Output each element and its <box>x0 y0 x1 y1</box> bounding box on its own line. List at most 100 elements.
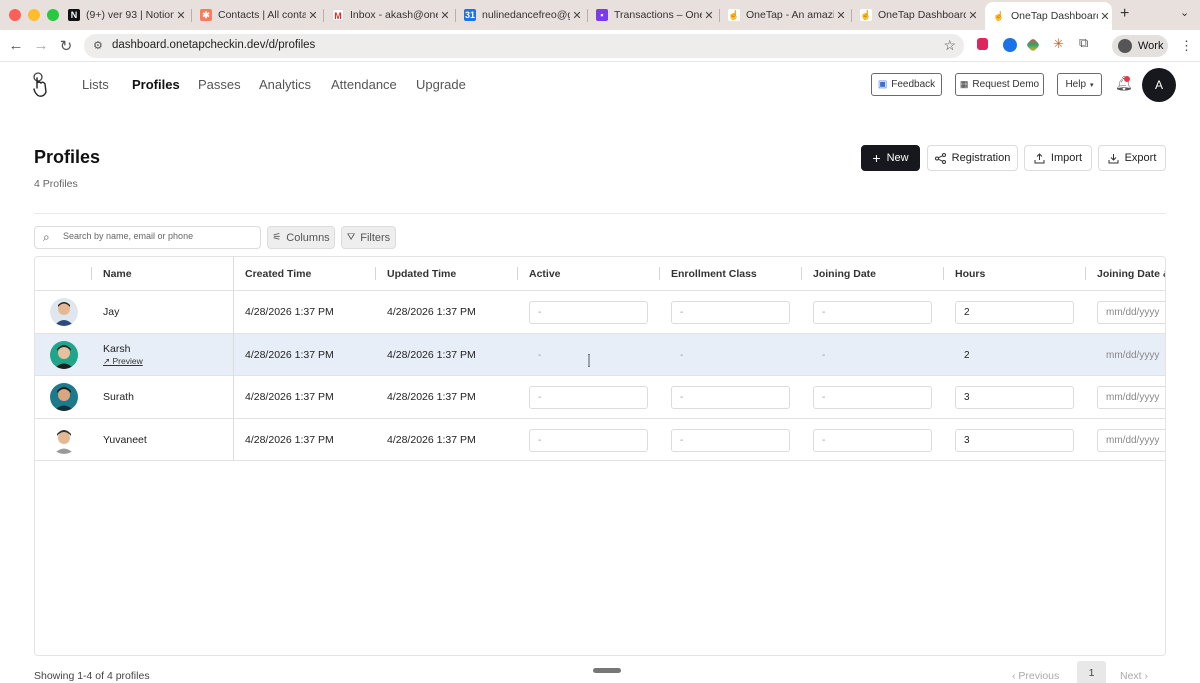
header-created-time[interactable]: Created Time <box>245 268 311 280</box>
browser-tab[interactable]: ☝ OneTap Dashboard ✕ <box>856 4 980 26</box>
nav-attendance[interactable]: Attendance <box>331 77 397 92</box>
search-input[interactable] <box>63 231 253 241</box>
extensions-puzzle-icon[interactable]: ⧉ <box>1079 35 1093 50</box>
current-page-button[interactable]: 1 <box>1077 661 1106 683</box>
joining-date-and-field[interactable]: mm/dd/yyyy <box>1097 344 1165 367</box>
browser-tab[interactable]: N (9+) ver 93 | Notion ✕ <box>64 4 188 26</box>
header-joining-date-and[interactable]: Joining Date & <box>1097 268 1165 280</box>
column-resize-handle[interactable] <box>375 267 376 280</box>
active-field[interactable]: - <box>529 301 648 324</box>
browser-tab[interactable]: ✱ Contacts | All contac ✕ <box>196 4 320 26</box>
nav-lists[interactable]: Lists <box>82 77 109 92</box>
zoom-window-button[interactable] <box>47 9 59 21</box>
column-resize-handle[interactable] <box>91 267 92 280</box>
active-field[interactable]: - <box>529 386 648 409</box>
hours-field[interactable]: 3 <box>955 386 1074 409</box>
profile-name[interactable]: Karsh <box>103 343 130 355</box>
close-tab-icon[interactable]: ✕ <box>702 9 716 22</box>
close-window-button[interactable] <box>9 9 21 21</box>
extension-color-icon[interactable] <box>1025 37 1041 53</box>
joining-date-and-field[interactable]: mm/dd/yyyy <box>1097 428 1165 452</box>
header-hours[interactable]: Hours <box>955 268 985 280</box>
close-tab-icon[interactable]: ✕ <box>570 9 584 22</box>
new-tab-icon[interactable]: + <box>1120 5 1129 23</box>
header-updated-time[interactable]: Updated Time <box>387 268 456 280</box>
extension-blue-icon[interactable] <box>1003 38 1017 52</box>
joining-date-field[interactable]: - <box>813 301 932 324</box>
nav-passes[interactable]: Passes <box>198 77 241 92</box>
onetap-logo-icon[interactable] <box>30 72 50 98</box>
close-tab-icon[interactable]: ✕ <box>438 9 452 22</box>
user-avatar-button[interactable]: A <box>1142 68 1176 102</box>
browser-menu-icon[interactable]: ⋮ <box>1180 38 1193 54</box>
enrollment-class-field[interactable]: - <box>671 301 790 324</box>
profile-name[interactable]: Yuvaneet <box>103 434 147 446</box>
column-resize-handle[interactable] <box>517 267 518 280</box>
bookmark-star-icon[interactable]: ☆ <box>943 37 956 54</box>
browser-tab[interactable]: ▪ Transactions – OneT ✕ <box>592 4 716 26</box>
browser-tab[interactable]: M Inbox - akash@onet ✕ <box>328 4 452 26</box>
nav-upgrade[interactable]: Upgrade <box>416 77 466 92</box>
table-row[interactable]: Surath 4/28/2026 1:37 PM 4/28/2026 1:37 … <box>35 376 1165 419</box>
forward-icon[interactable]: → <box>32 37 50 54</box>
column-resize-handle[interactable] <box>659 267 660 280</box>
enrollment-class-field[interactable]: - <box>671 386 790 409</box>
site-info-icon[interactable]: ⚙ <box>93 39 103 52</box>
preview-link[interactable]: ↗ Preview <box>103 356 143 367</box>
table-row[interactable]: Jay 4/28/2026 1:37 PM 4/28/2026 1:37 PM … <box>35 291 1165 334</box>
request-demo-button[interactable]: ▦ Request Demo <box>955 73 1044 96</box>
browser-profile-chip[interactable]: Work <box>1112 35 1168 57</box>
header-name[interactable]: Name <box>103 268 132 280</box>
columns-button[interactable]: ⚟ Columns <box>267 226 335 249</box>
help-dropdown-button[interactable]: Help ▾ <box>1057 73 1102 96</box>
enrollment-class-field[interactable]: - <box>671 344 790 367</box>
column-resize-handle[interactable] <box>801 267 802 280</box>
header-enrollment-class[interactable]: Enrollment Class <box>671 268 757 280</box>
minimize-window-button[interactable] <box>28 9 40 21</box>
import-button[interactable]: Import <box>1024 145 1092 171</box>
hours-field[interactable]: 2 <box>955 344 1074 367</box>
nav-analytics[interactable]: Analytics <box>259 77 311 92</box>
close-tab-icon[interactable]: ✕ <box>1098 10 1112 23</box>
hours-field[interactable]: 2 <box>955 301 1074 324</box>
joining-date-field[interactable]: - <box>813 344 932 367</box>
browser-tab-active[interactable]: ☝ OneTap Dashboard ✕ <box>985 2 1112 30</box>
joining-date-field[interactable]: - <box>813 428 932 452</box>
url-field[interactable]: ⚙ dashboard.onetapcheckin.dev/d/profiles… <box>84 34 964 58</box>
new-profile-button[interactable]: + New <box>861 145 920 171</box>
feedback-button[interactable]: ▣ Feedback <box>871 73 942 96</box>
joining-date-field[interactable]: - <box>813 386 932 409</box>
scroll-grip-handle[interactable] <box>593 668 621 673</box>
search-box[interactable]: ⌕ <box>34 226 261 249</box>
previous-page-button[interactable]: ‹ Previous <box>1012 670 1059 682</box>
close-tab-icon[interactable]: ✕ <box>174 9 188 22</box>
table-row[interactable]: Yuvaneet 4/28/2026 1:37 PM 4/28/2026 1:3… <box>35 419 1165 461</box>
reload-icon[interactable]: ↻ <box>57 37 75 55</box>
close-tab-icon[interactable]: ✕ <box>966 9 980 22</box>
profile-name[interactable]: Surath <box>103 391 134 403</box>
close-tab-icon[interactable]: ✕ <box>834 9 848 22</box>
close-tab-icon[interactable]: ✕ <box>306 9 320 22</box>
nav-profiles[interactable]: Profiles <box>132 77 180 92</box>
joining-date-and-field[interactable]: mm/dd/yyyy <box>1097 301 1165 324</box>
profile-name[interactable]: Jay <box>103 306 119 318</box>
back-icon[interactable]: ← <box>7 37 25 54</box>
column-resize-handle[interactable] <box>943 267 944 280</box>
registration-button[interactable]: Registration <box>927 145 1018 171</box>
filters-button[interactable]: ⛛ Filters <box>341 226 396 249</box>
claude-extension-icon[interactable]: ✳ <box>1053 36 1067 51</box>
header-joining-date[interactable]: Joining Date <box>813 268 876 280</box>
browser-tab[interactable]: ☝ OneTap - An amazin ✕ <box>724 4 848 26</box>
export-button[interactable]: Export <box>1098 145 1166 171</box>
header-active[interactable]: Active <box>529 268 561 280</box>
table-row[interactable]: Karsh ↗ Preview 4/28/2026 1:37 PM 4/28/2… <box>35 333 1165 376</box>
joining-date-and-field[interactable]: mm/dd/yyyy <box>1097 386 1165 409</box>
next-page-button[interactable]: Next › <box>1120 670 1148 682</box>
column-resize-handle[interactable] <box>1085 267 1086 280</box>
enrollment-class-field[interactable]: - <box>671 428 790 452</box>
hours-field[interactable]: 3 <box>955 428 1074 452</box>
browser-tab[interactable]: 31 nulinedancefreo@gr ✕ <box>460 4 584 26</box>
active-field[interactable]: - <box>529 428 648 452</box>
tab-search-icon[interactable]: ⌄ <box>1180 6 1189 19</box>
figma-extension-icon[interactable] <box>977 38 988 50</box>
